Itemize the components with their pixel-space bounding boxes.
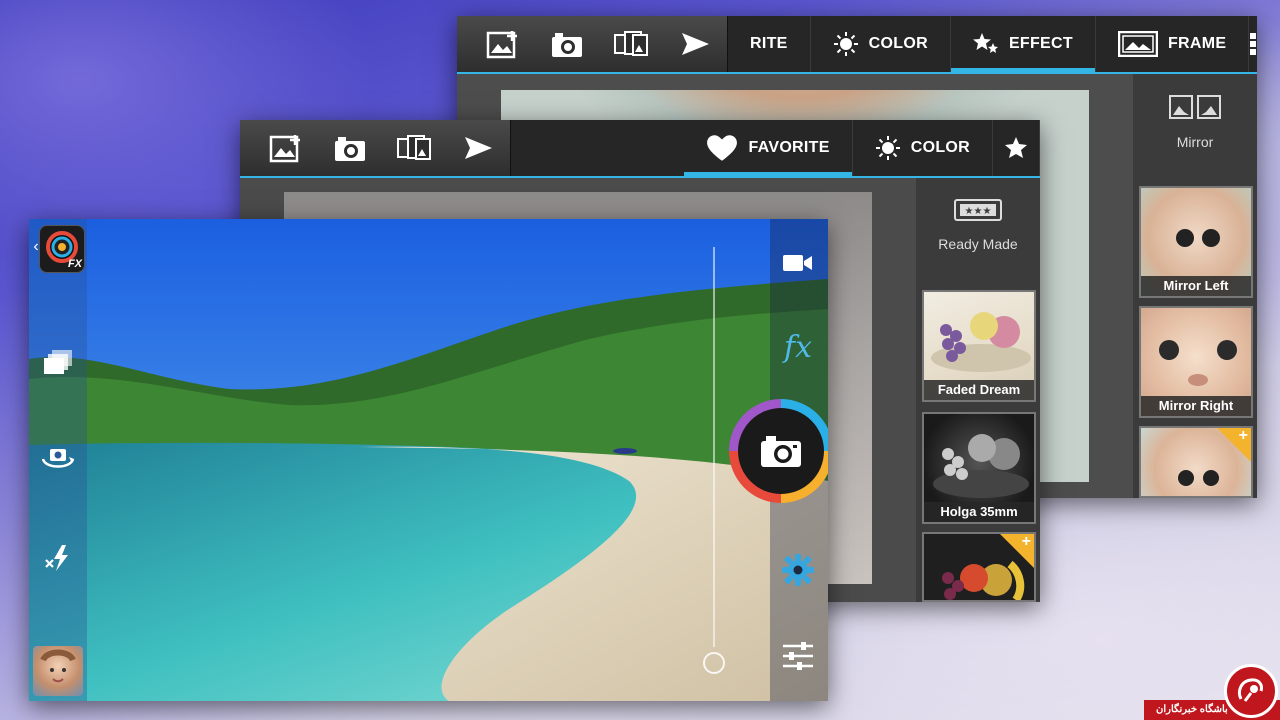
- camera-viewfinder-window: ‹ FX fx: [29, 219, 828, 701]
- app-logo-button[interactable]: FX: [39, 225, 85, 273]
- ticket-icon: ★★★: [954, 199, 1002, 221]
- svg-text:★★★: ★★★: [965, 206, 992, 217]
- add-image-button[interactable]: [254, 120, 318, 176]
- tab-frame[interactable]: FRAME: [1096, 16, 1250, 72]
- shutter-button[interactable]: [729, 399, 828, 503]
- send-icon: [465, 137, 492, 159]
- gear-icon: [782, 554, 814, 586]
- zoom-slider-handle[interactable]: [703, 652, 725, 674]
- filter-thumb-locked[interactable]: +: [922, 532, 1036, 602]
- tool-group: [240, 120, 511, 176]
- tab-label: EFFECT: [1008, 35, 1073, 52]
- flash-off-icon: [45, 545, 68, 571]
- star-icon: [1005, 137, 1027, 158]
- fx-label: fx: [783, 329, 813, 365]
- thumb-caption: Mirror Right: [1141, 396, 1251, 416]
- tab-effect[interactable]: EFFECT: [950, 16, 1096, 72]
- panel-title: Ready Made: [938, 236, 1018, 252]
- tool-group: [457, 16, 728, 72]
- tab-favorite[interactable]: RITE: [728, 16, 811, 72]
- panel-title: Mirror: [1176, 134, 1214, 150]
- mirror-icon: [1169, 95, 1221, 119]
- send-icon: [682, 33, 709, 55]
- tab-effect[interactable]: [993, 120, 1040, 176]
- effect-thumb-mirror-left[interactable]: Mirror Left: [1139, 186, 1253, 298]
- last-photo-thumbnail[interactable]: [33, 646, 83, 696]
- stars-icon: [972, 33, 998, 53]
- thumb-caption: Mirror Left: [1141, 276, 1251, 296]
- app-badge: FX: [67, 258, 82, 270]
- filter-panel: ★★★ Ready Made Faded Dream Holga 35mm +: [916, 178, 1040, 602]
- tab-label: FAVORITE: [748, 139, 830, 156]
- frame-icon: [1117, 31, 1158, 57]
- camera-icon: [761, 436, 801, 467]
- tab-color[interactable]: COLOR: [853, 120, 993, 176]
- tab-label: COLOR: [868, 35, 928, 52]
- share-button[interactable]: [446, 120, 510, 176]
- effect-thumb-mirror-right[interactable]: Mirror Right: [1139, 306, 1253, 418]
- plus-icon: +: [1021, 533, 1031, 550]
- tab-label: RITE: [750, 35, 788, 52]
- top-toolbar: RITE COLOR EFFECT FRAME: [457, 16, 1257, 72]
- gallery-button[interactable]: [39, 345, 79, 379]
- filter-thumb-holga[interactable]: Holga 35mm: [922, 412, 1036, 524]
- add-image-icon: [269, 135, 300, 163]
- collage-button[interactable]: [599, 16, 663, 72]
- baby-avatar-image: [40, 649, 76, 683]
- watermark-emblem-icon: [1224, 664, 1278, 718]
- watermark-logo: باشگاه خبرنگاران: [1144, 664, 1280, 720]
- panel-header[interactable]: ★★★ Ready Made: [916, 178, 1040, 252]
- grid-menu-button[interactable]: [1249, 16, 1257, 72]
- tab-favorite[interactable]: FAVORITE: [684, 120, 853, 176]
- tab-label: COLOR: [910, 139, 970, 156]
- top-toolbar: FAVORITE COLOR: [240, 120, 1040, 176]
- camera-icon: [335, 137, 365, 161]
- effect-thumb-locked[interactable]: +: [1139, 426, 1253, 498]
- camera-icon: [552, 33, 582, 57]
- settings-button[interactable]: [777, 549, 819, 591]
- sun-icon: [875, 136, 900, 160]
- plus-icon: +: [1238, 427, 1248, 444]
- switch-camera-icon: [41, 449, 75, 468]
- tab-label: FRAME: [1167, 35, 1227, 52]
- effect-panel: Mirror Mirror Left Mirror Right +: [1133, 74, 1257, 498]
- camera-button[interactable]: [535, 16, 599, 72]
- filter-thumb-faded-dream[interactable]: Faded Dream: [922, 290, 1036, 402]
- grid-icon: [1250, 33, 1257, 55]
- switch-camera-button[interactable]: [37, 441, 79, 475]
- add-image-icon: [486, 31, 517, 59]
- video-camera-icon: [783, 255, 812, 271]
- tab-color[interactable]: COLOR: [811, 16, 951, 72]
- share-button[interactable]: [663, 16, 727, 72]
- video-mode-button[interactable]: [777, 243, 819, 283]
- emblem-icon: [1237, 678, 1263, 702]
- shutter-inner: [738, 408, 824, 494]
- fx-effects-button[interactable]: fx: [777, 327, 819, 367]
- beach-landscape-image: [29, 219, 828, 701]
- camera-button[interactable]: [318, 120, 382, 176]
- collage-icon: [397, 135, 431, 160]
- panel-header[interactable]: Mirror: [1133, 74, 1257, 150]
- zoom-slider-track[interactable]: [713, 247, 715, 647]
- collage-icon: [614, 31, 648, 56]
- thumb-caption: Faded Dream: [924, 380, 1034, 400]
- thumb-caption: Holga 35mm: [924, 502, 1034, 522]
- collage-button[interactable]: [382, 120, 446, 176]
- adjustments-button[interactable]: [777, 635, 819, 677]
- sun-icon: [833, 32, 858, 56]
- heart-icon: [707, 135, 738, 161]
- add-image-button[interactable]: [471, 16, 535, 72]
- sliders-icon: [783, 642, 813, 670]
- stack-icon: [44, 350, 72, 374]
- flash-off-button[interactable]: [39, 541, 79, 575]
